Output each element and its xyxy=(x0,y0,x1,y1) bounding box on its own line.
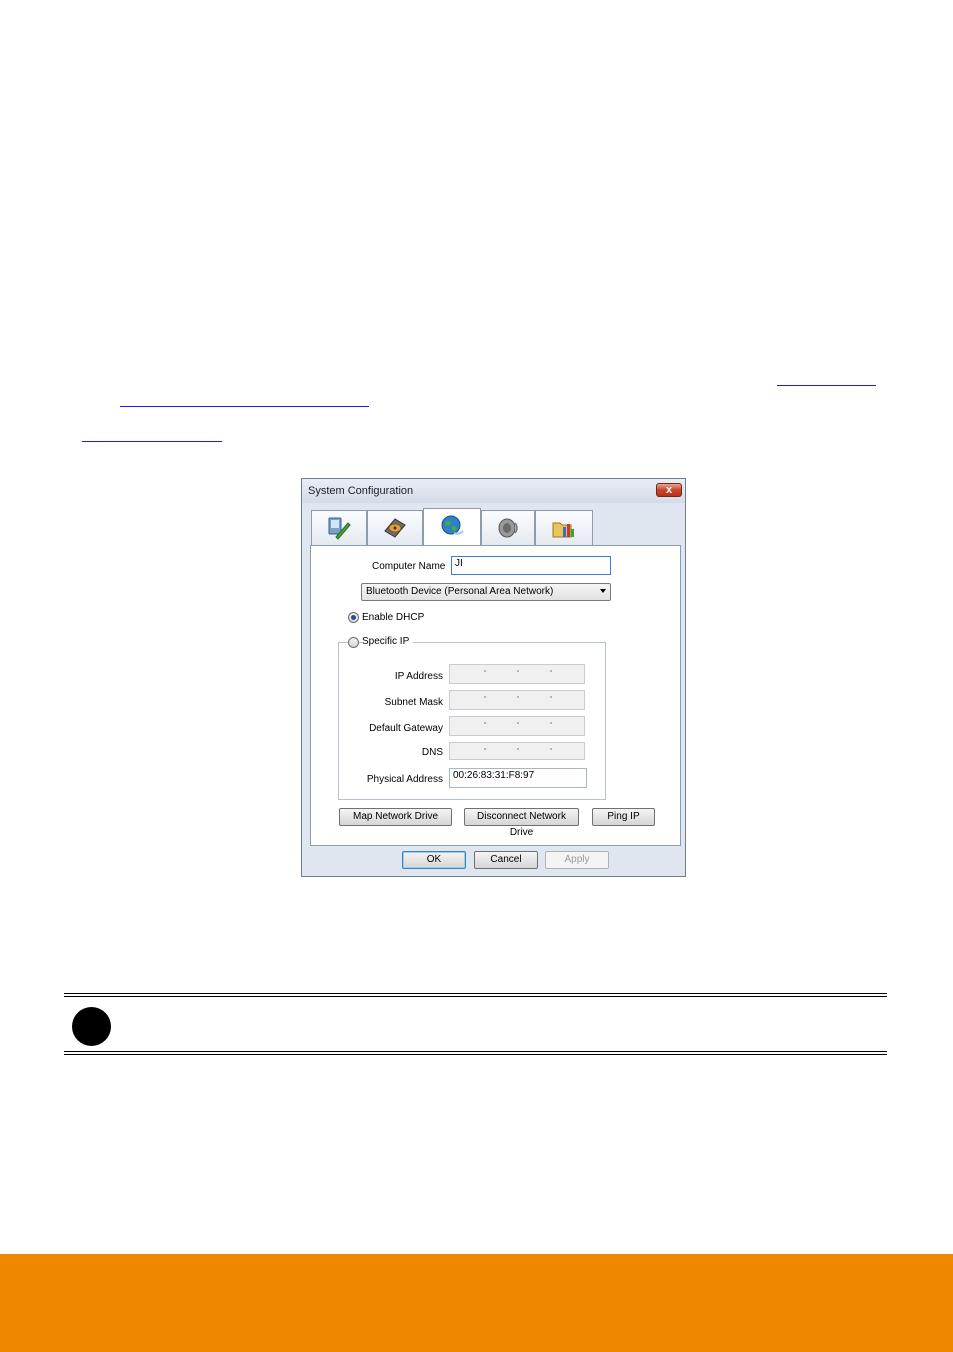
note-top-rule-inner xyxy=(64,996,887,997)
apply-button[interactable]: Apply xyxy=(545,851,609,869)
document-link-underline[interactable] xyxy=(777,385,876,386)
subnet-mask-label: Subnet Mask xyxy=(384,697,443,708)
dns-label: DNS xyxy=(421,747,443,758)
tab-backup[interactable] xyxy=(535,510,593,545)
physical-address-field: 00:26:83:31:F8:97 xyxy=(449,768,587,788)
tab-audio[interactable] xyxy=(481,510,535,545)
enable-dhcp-label: Enable DHCP xyxy=(362,612,425,623)
tab-storage[interactable] xyxy=(367,510,423,545)
tab-general[interactable] xyxy=(311,510,367,545)
physical-address-label: Physical Address xyxy=(366,774,443,785)
specific-ip-label: Specific IP xyxy=(362,636,414,647)
network-settings-content: Computer Name JI Bluetooth Device (Perso… xyxy=(316,546,676,843)
computer-name-label: Computer Name xyxy=(372,561,446,572)
ip-address-label: IP Address xyxy=(394,671,443,682)
monitor-tools-icon xyxy=(328,517,351,540)
default-gateway-label: Default Gateway xyxy=(369,723,443,734)
dialog-titlebar[interactable]: System Configuration x xyxy=(302,479,685,503)
speaker-icon xyxy=(498,518,518,538)
subnet-mask-input[interactable] xyxy=(449,690,585,710)
dialog-title: System Configuration xyxy=(308,485,414,497)
computer-name-input[interactable]: JI xyxy=(451,556,611,575)
ip-address-input[interactable] xyxy=(449,664,585,684)
network-globe-icon xyxy=(441,515,464,535)
note-top-rule xyxy=(64,993,887,994)
ping-ip-button[interactable]: Ping IP xyxy=(592,808,655,826)
ok-button[interactable]: OK xyxy=(402,851,466,869)
document-link-underline[interactable] xyxy=(82,441,222,442)
network-adapter-dropdown[interactable]: Bluetooth Device (Personal Area Network) xyxy=(361,583,611,601)
system-configuration-dialog: System Configuration x Computer Name JI … xyxy=(301,478,686,877)
hard-disk-icon xyxy=(384,518,406,538)
enable-dhcp-radio[interactable] xyxy=(348,612,359,623)
network-adapter-selected: Bluetooth Device (Personal Area Network) xyxy=(366,586,554,597)
tab-network[interactable] xyxy=(423,508,481,546)
cancel-button[interactable]: Cancel xyxy=(474,851,538,869)
note-icon xyxy=(72,1007,111,1046)
note-bottom-rule xyxy=(64,1051,887,1052)
dns-input[interactable] xyxy=(449,742,585,760)
document-link-underline[interactable] xyxy=(120,406,369,407)
footer-band xyxy=(0,1254,953,1352)
default-gateway-input[interactable] xyxy=(449,716,585,736)
map-network-drive-button[interactable]: Map Network Drive xyxy=(339,808,452,826)
chevron-down-icon xyxy=(600,589,606,593)
folder-bars-icon xyxy=(552,522,574,538)
close-button[interactable]: x xyxy=(656,483,682,497)
close-icon: x xyxy=(665,484,673,496)
note-bottom-rule-inner xyxy=(64,1054,887,1055)
specific-ip-radio[interactable] xyxy=(348,637,359,648)
network-settings-panel: Computer Name JI Bluetooth Device (Perso… xyxy=(310,545,681,846)
disconnect-network-drive-button[interactable]: Disconnect Network Drive xyxy=(464,808,579,838)
